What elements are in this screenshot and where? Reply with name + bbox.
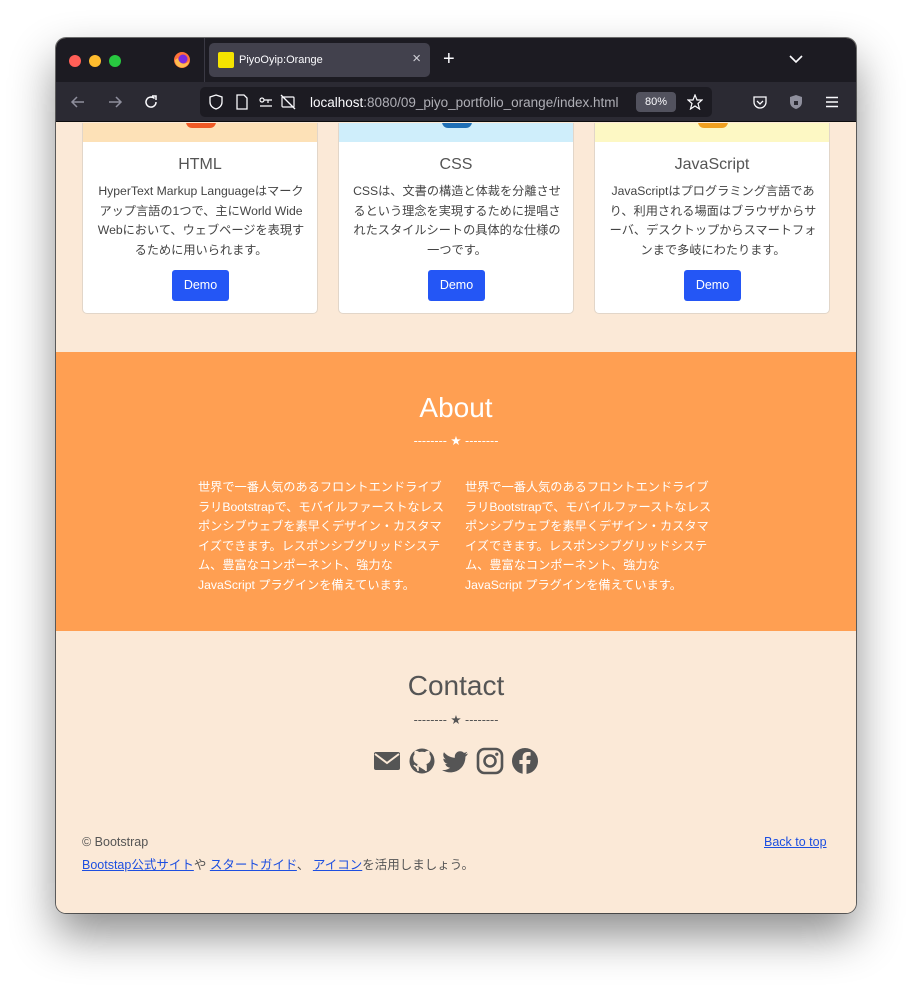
url-bar[interactable]: localhost:8080/09_piyo_portfolio_orange/… bbox=[200, 87, 712, 117]
maximize-window-button[interactable] bbox=[109, 55, 121, 67]
url-text[interactable]: localhost:8080/09_piyo_portfolio_orange/… bbox=[310, 95, 632, 111]
card-image bbox=[595, 123, 829, 142]
demo-button[interactable]: Demo bbox=[684, 270, 741, 301]
tab-separator bbox=[204, 38, 205, 82]
footer-tail: を活用しましょう。 bbox=[362, 858, 475, 872]
browser-window: PiyoOyip:Orange × + localhost:8080/09_pi… bbox=[56, 38, 856, 913]
card-image bbox=[339, 123, 573, 142]
back-to-top-link[interactable]: Back to top bbox=[764, 835, 827, 849]
github-icon[interactable] bbox=[408, 747, 436, 775]
demo-button[interactable]: Demo bbox=[172, 270, 229, 301]
extension-lock-icon[interactable] bbox=[788, 94, 804, 110]
page-content: HTML HyperText Markup Languageはマークアップ言語の… bbox=[56, 123, 856, 913]
footer-links-line: Bootstap公式サイトや スタートガイド、 アイコンを活用しましょう。 bbox=[82, 858, 474, 872]
tab-favicon-icon bbox=[218, 52, 234, 68]
card-text: HyperText Markup Languageはマークアップ言語の1つで、主… bbox=[97, 184, 305, 257]
url-path: :8080/09_piyo_portfolio_orange/index.htm… bbox=[363, 95, 619, 110]
bookmark-star-icon[interactable] bbox=[687, 94, 703, 110]
demo-button[interactable]: Demo bbox=[428, 270, 485, 301]
icons-link[interactable]: アイコン bbox=[313, 858, 362, 872]
card-title: CSS bbox=[439, 156, 473, 173]
minimize-window-button[interactable] bbox=[89, 55, 101, 67]
reload-icon[interactable] bbox=[143, 94, 159, 110]
about-text-left: 世界で一番人気のあるフロントエンドライブラリBootstrapで、モバイルファー… bbox=[198, 480, 445, 592]
active-tab[interactable]: PiyoOyip:Orange × bbox=[209, 43, 430, 77]
twitter-icon[interactable] bbox=[442, 747, 470, 775]
getting-started-link[interactable]: スタートガイド bbox=[210, 858, 297, 872]
about-text-right: 世界で一番人気のあるフロントエンドライブラリBootstrapで、モバイルファー… bbox=[465, 480, 712, 592]
contact-heading: Contact bbox=[407, 670, 505, 701]
back-arrow-icon[interactable] bbox=[70, 94, 86, 110]
contact-divider: -------- ★ -------- bbox=[413, 713, 499, 727]
permissions-icon[interactable] bbox=[258, 94, 274, 110]
about-section: About -------- ★ -------- 世界で一番人気のあるフロント… bbox=[56, 352, 856, 631]
card-text: JavaScriptはプログラミング言語であり、利用される場面はブラウザからサー… bbox=[609, 184, 817, 257]
card-css: CSS CSSは、文書の構造と体裁を分離させるという理念を実現するために提唱され… bbox=[338, 123, 574, 314]
pocket-icon[interactable] bbox=[752, 94, 768, 110]
about-heading: About bbox=[419, 392, 493, 423]
card-javascript: JavaScript JavaScriptはプログラミング言語であり、利用される… bbox=[594, 123, 830, 314]
navigation-toolbar: localhost:8080/09_piyo_portfolio_orange/… bbox=[56, 82, 856, 122]
card-text: CSSは、文書の構造と体裁を分離させるという理念を実現するために提唱されたスタイ… bbox=[353, 184, 561, 257]
facebook-icon[interactable] bbox=[511, 747, 539, 775]
chevron-down-icon[interactable] bbox=[788, 51, 804, 67]
firefox-icon[interactable] bbox=[173, 51, 191, 69]
card-title: HTML bbox=[178, 156, 222, 173]
shield-icon[interactable] bbox=[208, 94, 224, 110]
menu-icon[interactable] bbox=[824, 94, 840, 110]
tab-title: PiyoOyip:Orange bbox=[239, 54, 323, 66]
page-icon[interactable] bbox=[234, 94, 250, 110]
card-image bbox=[83, 123, 317, 142]
new-tab-button[interactable]: + bbox=[443, 48, 455, 70]
footer-sep-2: 、 bbox=[296, 858, 310, 872]
envelope-icon[interactable] bbox=[373, 747, 401, 775]
copyright-text: © Bootstrap bbox=[82, 835, 149, 849]
footer-sep-1: や bbox=[193, 858, 207, 872]
forward-arrow-icon[interactable] bbox=[107, 94, 123, 110]
url-host: localhost bbox=[310, 95, 364, 110]
about-divider: -------- ★ -------- bbox=[413, 434, 499, 448]
bootstrap-site-link[interactable]: Bootstap公式サイト bbox=[82, 858, 194, 872]
card-title: JavaScript bbox=[674, 156, 750, 173]
tab-close-icon[interactable]: × bbox=[412, 50, 421, 68]
tab-strip: PiyoOyip:Orange × + bbox=[56, 38, 856, 82]
instagram-icon[interactable] bbox=[476, 747, 504, 775]
zoom-badge[interactable]: 80% bbox=[636, 92, 676, 112]
tracking-blocked-icon[interactable] bbox=[280, 94, 296, 110]
close-window-button[interactable] bbox=[69, 55, 81, 67]
card-html: HTML HyperText Markup Languageはマークアップ言語の… bbox=[82, 123, 318, 314]
